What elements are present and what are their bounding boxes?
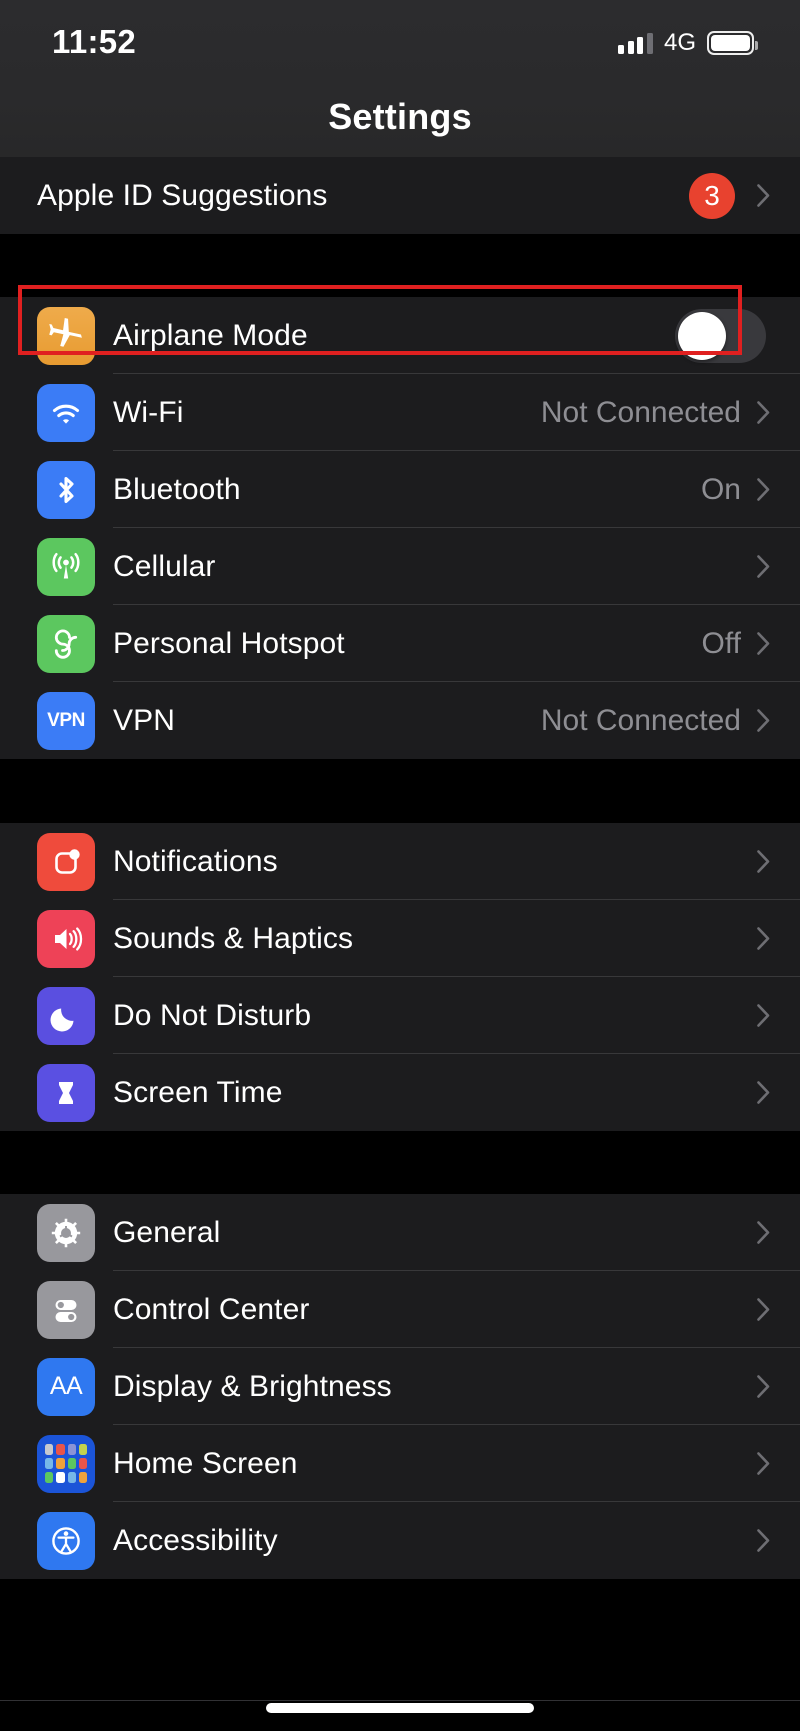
row-label: Home Screen <box>113 1446 298 1480</box>
chevron-right-icon <box>757 927 770 950</box>
settings-row-control-center[interactable]: Control Center <box>0 1271 800 1348</box>
row-label: Screen Time <box>113 1075 283 1109</box>
chevron-right-icon <box>757 1298 770 1321</box>
settings-row-cellular[interactable]: Cellular <box>0 528 800 605</box>
settings-row-notifications[interactable]: Notifications <box>0 823 800 900</box>
accessibility-icon <box>37 1511 95 1570</box>
chevron-right-icon <box>757 1081 770 1104</box>
chevron-right-icon <box>757 1221 770 1244</box>
chevron-right-icon <box>757 401 770 424</box>
chevron-right-icon <box>757 1452 770 1475</box>
row-label: Control Center <box>113 1292 310 1326</box>
vpn-icon-label: VPN <box>47 709 85 731</box>
row-label: Bluetooth <box>113 472 241 506</box>
row-label: Sounds & Haptics <box>113 921 354 955</box>
row-label: Airplane Mode <box>113 318 308 352</box>
gear-icon <box>37 1203 95 1262</box>
group-separator <box>0 234 800 297</box>
airplane-icon <box>37 306 95 365</box>
settings-row-accessibility[interactable]: Accessibility <box>0 1502 800 1579</box>
settings-group-general: General Control Center AA Display & Brig… <box>0 1194 800 1579</box>
settings-row-general[interactable]: General <box>0 1194 800 1271</box>
bluetooth-icon <box>37 460 95 519</box>
settings-row-screen-time[interactable]: Screen Time <box>0 1054 800 1131</box>
home-indicator[interactable] <box>266 1703 534 1713</box>
chevron-right-icon <box>757 555 770 578</box>
settings-row-apple-id-suggestions[interactable]: Apple ID Suggestions 3 <box>0 157 800 234</box>
control-center-icon <box>37 1280 95 1339</box>
status-bar-indicators: 4G <box>618 29 758 57</box>
row-label: Personal Hotspot <box>113 626 345 660</box>
hourglass-icon <box>37 1063 95 1122</box>
speaker-icon <box>37 909 95 968</box>
chevron-right-icon <box>757 850 770 873</box>
settings-row-do-not-disturb[interactable]: Do Not Disturb <box>0 977 800 1054</box>
settings-group-connectivity: Airplane Mode Wi-Fi Not Connected Blueto… <box>0 297 800 759</box>
settings-row-bluetooth[interactable]: Bluetooth On <box>0 451 800 528</box>
display-icon-label: AA <box>49 1372 83 1400</box>
settings-row-sounds-haptics[interactable]: Sounds & Haptics <box>0 900 800 977</box>
airplane-mode-toggle[interactable] <box>675 308 766 363</box>
cellular-signal-icon <box>618 32 653 54</box>
settings-row-vpn[interactable]: VPN VPN Not Connected <box>0 682 800 759</box>
toggle-knob <box>678 311 726 360</box>
navigation-bar: 11:52 4G Settings <box>0 0 800 157</box>
row-label: Display & Brightness <box>113 1369 392 1403</box>
hotspot-link-icon <box>37 614 95 673</box>
row-label: Notifications <box>113 844 278 878</box>
status-bar-time: 11:52 <box>52 23 137 60</box>
group-separator <box>0 759 800 823</box>
group-separator <box>0 1131 800 1194</box>
home-screen-app-grid <box>37 1435 95 1493</box>
chevron-right-icon <box>757 184 770 207</box>
vpn-icon: VPN <box>37 691 95 750</box>
row-value: Not Connected <box>540 703 741 737</box>
row-label: General <box>113 1215 221 1249</box>
row-label: Cellular <box>113 549 216 583</box>
settings-row-wifi[interactable]: Wi-Fi Not Connected <box>0 374 800 451</box>
notifications-icon <box>37 832 95 891</box>
chevron-right-icon <box>757 632 770 655</box>
page-title: Settings <box>328 96 472 137</box>
row-label: VPN <box>113 703 175 737</box>
settings-row-home-screen[interactable]: Home Screen <box>0 1425 800 1502</box>
wifi-icon <box>37 383 95 442</box>
settings-group-apple-id: Apple ID Suggestions 3 <box>0 157 800 234</box>
chevron-right-icon <box>757 709 770 732</box>
settings-row-display-brightness[interactable]: AA Display & Brightness <box>0 1348 800 1425</box>
row-label: Apple ID Suggestions <box>37 178 328 212</box>
network-type-label: 4G <box>663 29 696 56</box>
row-value: On <box>700 472 741 506</box>
settings-group-notifications: Notifications Sounds & Haptics Do Not Di… <box>0 823 800 1131</box>
status-bar: 11:52 4G <box>0 0 800 78</box>
row-label: Accessibility <box>113 1523 278 1557</box>
bottom-divider <box>0 1700 800 1701</box>
iphone-settings-screen: 11:52 4G Settings Apple ID Suggestions 3 <box>0 0 800 1731</box>
row-value: Off <box>701 626 741 660</box>
battery-full-icon <box>707 31 758 55</box>
settings-row-personal-hotspot[interactable]: Personal Hotspot Off <box>0 605 800 682</box>
chevron-right-icon <box>757 1004 770 1027</box>
chevron-right-icon <box>757 1529 770 1552</box>
moon-icon <box>37 986 95 1045</box>
home-screen-icon <box>37 1434 95 1493</box>
status-badge: 3 <box>689 172 735 219</box>
settings-row-airplane-mode[interactable]: Airplane Mode <box>0 297 800 374</box>
chevron-right-icon <box>757 1375 770 1398</box>
row-label: Wi-Fi <box>113 395 184 429</box>
row-value: Not Connected <box>540 395 741 429</box>
row-label: Do Not Disturb <box>113 998 312 1032</box>
display-brightness-icon: AA <box>37 1357 95 1416</box>
cellular-antenna-icon <box>37 537 95 596</box>
chevron-right-icon <box>757 478 770 501</box>
